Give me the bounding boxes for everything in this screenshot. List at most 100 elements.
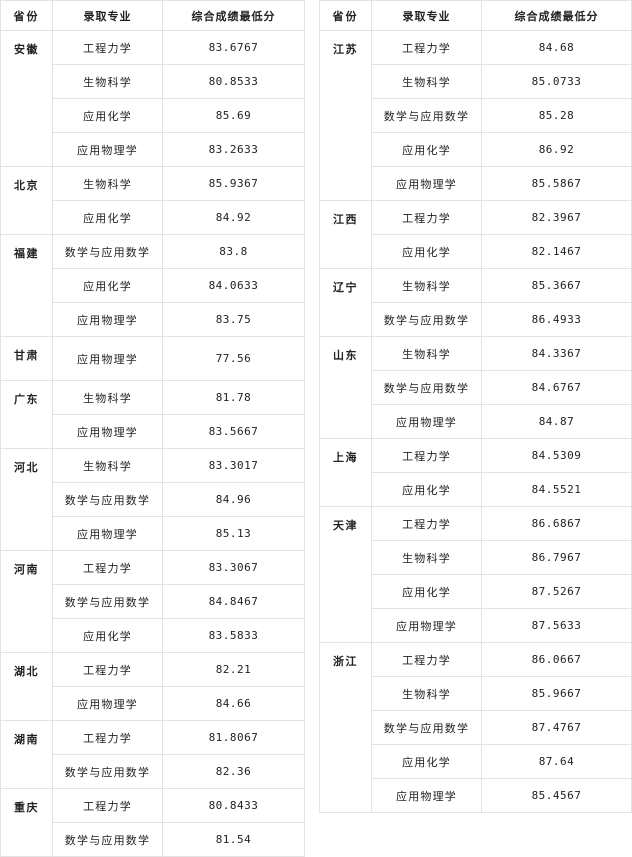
- table-row: 广东 生物科学 81.78: [0, 380, 305, 449]
- major-cell: 应用物理学: [52, 302, 163, 337]
- province-cell: 重庆: [0, 788, 53, 857]
- table-row: 上海 工程力学 84.5309: [319, 438, 632, 507]
- table-row: 河北 生物科学 83.3017: [0, 448, 305, 551]
- column-header-score: 综合成绩最低分: [162, 0, 305, 31]
- province-cell: 浙江: [319, 642, 372, 813]
- score-cell: 85.13: [162, 516, 305, 551]
- table-row: 湖北 工程力学 82.21: [0, 652, 305, 721]
- major-cell: 应用物理学: [52, 686, 163, 721]
- major-cell: 生物科学: [371, 676, 482, 711]
- major-cell: 数学与应用数学: [52, 482, 163, 517]
- score-cell: 77.56: [162, 336, 305, 381]
- major-cell: 应用物理学: [52, 336, 163, 381]
- major-cell: 生物科学: [52, 166, 163, 201]
- major-cell: 数学与应用数学: [371, 370, 482, 405]
- table-row: 江苏 工程力学 84.68: [319, 30, 632, 201]
- major-cell: 应用物理学: [371, 166, 482, 201]
- column-header-province: 省份: [0, 0, 53, 31]
- score-cell: 83.8: [162, 234, 305, 269]
- header-row: 省份 录取专业 综合成绩最低分: [319, 0, 632, 31]
- score-cell: 83.5833: [162, 618, 305, 653]
- score-cell: 82.36: [162, 754, 305, 789]
- score-cell: 84.68: [481, 30, 632, 65]
- admission-score-table-right: 省份 录取专业 综合成绩最低分 江苏 工程力学 84.68 生物科学 85.0733 数学…: [319, 0, 632, 813]
- major-cell: 应用化学: [52, 98, 163, 133]
- major-cell: 工程力学: [52, 720, 163, 755]
- major-cell: 生物科学: [52, 64, 163, 99]
- score-cell: 82.1467: [481, 234, 632, 269]
- major-cell: 应用物理学: [52, 414, 163, 449]
- major-cell: 数学与应用数学: [52, 234, 163, 269]
- major-cell: 应用化学: [52, 200, 163, 235]
- column-header-major: 录取专业: [52, 0, 163, 31]
- score-cell: 84.92: [162, 200, 305, 235]
- table-row: 山东 生物科学 84.3367: [319, 336, 632, 439]
- score-cell: 84.5521: [481, 472, 632, 507]
- province-cell: 江苏: [319, 30, 372, 201]
- score-cell: 83.6767: [162, 30, 305, 65]
- score-cell: 85.4567: [481, 778, 632, 813]
- province-cell: 河北: [0, 448, 53, 551]
- province-cell: 天津: [319, 506, 372, 643]
- right-table-half: 省份 录取专业 综合成绩最低分 江苏 工程力学 84.68 生物科学 85.0733 数学…: [319, 0, 632, 813]
- major-cell: 生物科学: [52, 380, 163, 415]
- score-cell: 81.54: [162, 822, 305, 857]
- major-cell: 工程力学: [371, 30, 482, 65]
- province-cell: 甘肃: [0, 336, 53, 381]
- table-row: 辽宁 生物科学 85.3667: [319, 268, 632, 337]
- score-cell: 82.21: [162, 652, 305, 687]
- province-cell: 河南: [0, 550, 53, 653]
- major-cell: 工程力学: [371, 200, 482, 235]
- score-cell: 85.3667: [481, 268, 632, 303]
- table-row: 安徽 工程力学 83.6767: [0, 30, 305, 167]
- major-cell: 数学与应用数学: [371, 98, 482, 133]
- score-cell: 87.5633: [481, 608, 632, 643]
- table-row: 湖南 工程力学 81.8067: [0, 720, 305, 789]
- major-cell: 应用化学: [52, 268, 163, 303]
- major-cell: 生物科学: [52, 448, 163, 483]
- major-cell: 工程力学: [371, 642, 482, 677]
- table-row: 浙江 工程力学 86.0667: [319, 642, 632, 813]
- column-header-major: 录取专业: [371, 0, 482, 31]
- score-cell: 84.66: [162, 686, 305, 721]
- score-cell: 80.8533: [162, 64, 305, 99]
- province-cell: 湖北: [0, 652, 53, 721]
- score-cell: 84.87: [481, 404, 632, 439]
- province-cell: 安徽: [0, 30, 53, 167]
- major-cell: 应用物理学: [371, 608, 482, 643]
- table-header-right: 省份 录取专业 综合成绩最低分: [319, 0, 632, 31]
- left-table-half: 省份 录取专业 综合成绩最低分 安徽 工程力学 83.6767 生物科学 80.8533…: [0, 0, 305, 857]
- score-cell: 84.6767: [481, 370, 632, 405]
- score-cell: 84.3367: [481, 336, 632, 371]
- major-cell: 数学与应用数学: [371, 302, 482, 337]
- score-cell: 85.9367: [162, 166, 305, 201]
- column-header-score: 综合成绩最低分: [481, 0, 632, 31]
- major-cell: 生物科学: [371, 64, 482, 99]
- major-cell: 应用化学: [371, 472, 482, 507]
- province-cell: 山东: [319, 336, 372, 439]
- province-cell: 上海: [319, 438, 372, 507]
- score-cell: 83.3017: [162, 448, 305, 483]
- major-cell: 生物科学: [371, 268, 482, 303]
- table-body-left: 安徽 工程力学 83.6767 生物科学 80.8533 应用化学 85.69 应用物理学 83…: [0, 30, 305, 857]
- score-cell: 86.0667: [481, 642, 632, 677]
- major-cell: 应用化学: [371, 234, 482, 269]
- province-cell: 广东: [0, 380, 53, 449]
- table-row: 福建 数学与应用数学 83.8: [0, 234, 305, 337]
- table-row: 河南 工程力学 83.3067: [0, 550, 305, 653]
- major-cell: 工程力学: [52, 550, 163, 585]
- table-body-right: 江苏 工程力学 84.68 生物科学 85.0733 数学与应用数学 85.28 应用化学 86…: [319, 30, 632, 813]
- major-cell: 数学与应用数学: [371, 710, 482, 745]
- province-cell: 福建: [0, 234, 53, 337]
- score-table-sheet: 省份 录取专业 综合成绩最低分 安徽 工程力学 83.6767 生物科学 80.8533…: [0, 0, 632, 857]
- column-header-province: 省份: [319, 0, 372, 31]
- score-cell: 84.5309: [481, 438, 632, 473]
- score-cell: 84.96: [162, 482, 305, 517]
- major-cell: 应用化学: [52, 618, 163, 653]
- province-cell: 湖南: [0, 720, 53, 789]
- major-cell: 生物科学: [371, 540, 482, 575]
- score-cell: 87.5267: [481, 574, 632, 609]
- score-cell: 82.3967: [481, 200, 632, 235]
- score-cell: 83.2633: [162, 132, 305, 167]
- score-cell: 85.69: [162, 98, 305, 133]
